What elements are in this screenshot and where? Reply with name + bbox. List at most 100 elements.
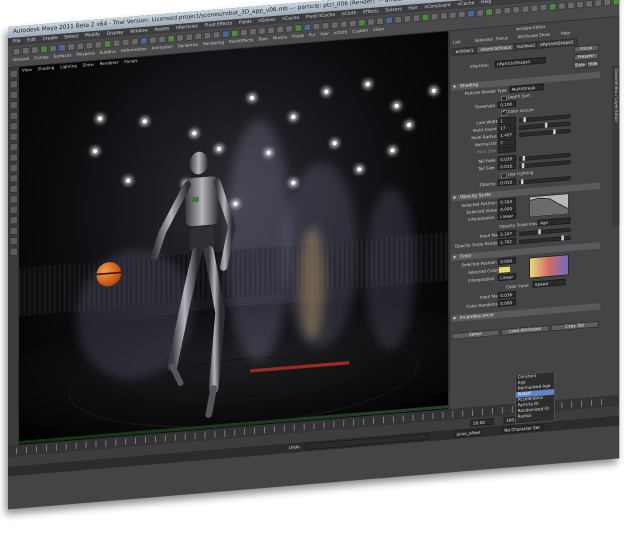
shelf-tool-icon[interactable] <box>585 0 593 8</box>
tail-size-slider[interactable] <box>519 160 571 169</box>
tool-icon[interactable] <box>9 132 18 142</box>
tool-icon[interactable] <box>9 195 18 204</box>
tool-icon[interactable] <box>9 100 18 110</box>
shelf-tool-icon[interactable] <box>394 15 403 24</box>
shelf-tool-icon[interactable] <box>376 17 384 26</box>
opacity-slider[interactable] <box>519 176 571 185</box>
selected-color-swatch[interactable] <box>497 265 512 274</box>
tool-icon[interactable] <box>9 163 18 173</box>
copy-tab-button[interactable]: Copy Tab <box>550 320 599 332</box>
ae-menu-item[interactable]: Selected <box>475 37 493 43</box>
shelf-tool-icon[interactable] <box>194 32 203 41</box>
opacity-input-max-field[interactable]: 2.247 <box>497 229 516 238</box>
shelf-tool-icon[interactable] <box>267 26 275 35</box>
tool-icon[interactable] <box>9 153 18 162</box>
shelf-tool-icon[interactable] <box>567 1 575 10</box>
shelf-tool-icon[interactable] <box>203 31 212 40</box>
shelf-tool-icon[interactable] <box>549 2 557 11</box>
shelf-tab[interactable]: Muscle <box>273 35 287 41</box>
tool-icon[interactable] <box>9 69 18 79</box>
color-ramp[interactable] <box>529 254 569 279</box>
current-frame-field[interactable]: 26.00 <box>470 418 494 427</box>
character-set-field[interactable]: No Character Set <box>501 423 544 434</box>
opacity-ramp-graph[interactable] <box>529 193 569 218</box>
shelf-tool-icon[interactable] <box>430 12 439 21</box>
shelf-tool-icon[interactable] <box>458 10 466 19</box>
tool-icon[interactable] <box>9 236 18 246</box>
presets-button[interactable]: Presets* <box>573 52 599 61</box>
tool-icon[interactable] <box>9 80 18 89</box>
show-button[interactable]: Show <box>573 61 586 69</box>
tool-icon[interactable] <box>9 184 18 194</box>
shelf-tool-icon[interactable] <box>58 43 66 52</box>
shelf-tool-icon[interactable] <box>276 25 284 34</box>
opacity-interpolation-dropdown[interactable]: Linear <box>497 212 516 221</box>
shelf-tool-icon[interactable] <box>412 14 421 23</box>
shelf-tool-icon[interactable] <box>185 33 194 42</box>
shelf-tab[interactable]: Curves <box>34 55 48 61</box>
viewport-menu-item[interactable]: Show <box>83 62 94 68</box>
tool-icon[interactable] <box>9 215 18 225</box>
shelf-tool-icon[interactable] <box>231 29 239 38</box>
shelf-tool-icon[interactable] <box>358 18 366 27</box>
shelf-tool-icon[interactable] <box>140 37 148 45</box>
shelf-tab[interactable]: nCloth <box>334 30 347 36</box>
3d-viewport[interactable]: View Shading Lighting Show Renderer Panels <box>18 31 449 445</box>
shelf-tool-icon[interactable] <box>94 40 103 49</box>
viewport-menu-item[interactable]: Lighting <box>60 64 77 70</box>
viewport-menu-item[interactable]: Panels <box>124 59 137 65</box>
ae-tab[interactable]: emitter1 <box>451 46 478 56</box>
tool-icon[interactable] <box>9 247 18 257</box>
shelf-tool-icon[interactable] <box>576 0 584 9</box>
ae-menu-item[interactable]: List <box>453 40 460 45</box>
color-randomize-field[interactable]: 0.000 <box>497 298 516 307</box>
color-accum-checkbox[interactable] <box>501 109 507 117</box>
shelf-tool-icon[interactable] <box>558 2 566 10</box>
tool-icon[interactable] <box>9 111 18 121</box>
shelf-tool-icon[interactable] <box>603 0 611 7</box>
shelf-tool-icon[interactable] <box>167 34 175 43</box>
shelf-tab[interactable]: Animation <box>152 45 173 52</box>
shelf-tab[interactable]: Rendering <box>203 40 224 47</box>
shelf-tool-icon[interactable] <box>530 4 539 13</box>
shelf-tab[interactable]: Hair <box>320 32 328 38</box>
ae-menu-item[interactable]: Attributes <box>518 33 538 40</box>
opacity-randomize-slider[interactable] <box>519 235 571 244</box>
tool-icon[interactable] <box>9 90 18 100</box>
shelf-tool-icon[interactable] <box>294 24 303 33</box>
viewport-menu-item[interactable]: Shading <box>38 66 55 72</box>
shelf-tool-icon[interactable] <box>258 27 266 36</box>
shelf-tool-icon[interactable] <box>449 11 457 20</box>
render-type-dropdown[interactable]: MultiStreak <box>509 83 545 93</box>
node-name-field[interactable]: nParticleShape1 <box>494 56 546 68</box>
opacity-scale-section-header[interactable]: Opacity Scale <box>451 182 601 202</box>
shelf-tool-icon[interactable] <box>594 0 602 7</box>
shelf-tool-icon[interactable] <box>285 24 293 33</box>
shelf-tool-icon[interactable] <box>403 15 412 23</box>
shelf-tool-icon[interactable] <box>67 43 75 51</box>
shelf-tab[interactable]: General <box>13 57 29 63</box>
shelf-tool-icon[interactable] <box>212 30 221 39</box>
opacity-field[interactable]: 0.010 <box>497 178 516 187</box>
select-button[interactable]: Select <box>451 329 500 340</box>
opacity-scale-input-dropdown[interactable]: Age <box>537 217 571 227</box>
ae-menu-item[interactable]: Show <box>539 32 550 38</box>
ae-tab[interactable]: nParticleShape2 <box>535 38 578 49</box>
shelf-tool-icon[interactable] <box>149 36 157 45</box>
shelf-tab[interactable]: Polygons <box>76 51 94 57</box>
color-input-dropdown-menu[interactable]: Constant Age Normalized Age Speed Accelerati… <box>515 371 555 425</box>
tool-icon[interactable] <box>9 121 18 131</box>
tail-size-field[interactable]: 0.010 <box>497 162 516 171</box>
viewport-menu-item[interactable]: View <box>22 68 32 74</box>
shelf-tool-icon[interactable] <box>49 44 57 53</box>
shelf-tool-icon[interactable] <box>494 7 502 16</box>
shelf-tool-icon[interactable] <box>503 6 512 15</box>
channel-box-side-tab[interactable]: Channel Box / Layer Editor <box>611 65 620 227</box>
viewport-menu-item[interactable]: Renderer <box>100 60 119 66</box>
shelf-tool-icon[interactable] <box>22 46 30 55</box>
shelf-tool-icon[interactable] <box>303 23 312 32</box>
shelf-tool-icon[interactable] <box>121 38 130 47</box>
tool-icon[interactable] <box>9 142 18 152</box>
shelf-tool-icon[interactable] <box>476 8 484 17</box>
shelf-tool-icon[interactable] <box>31 46 39 55</box>
